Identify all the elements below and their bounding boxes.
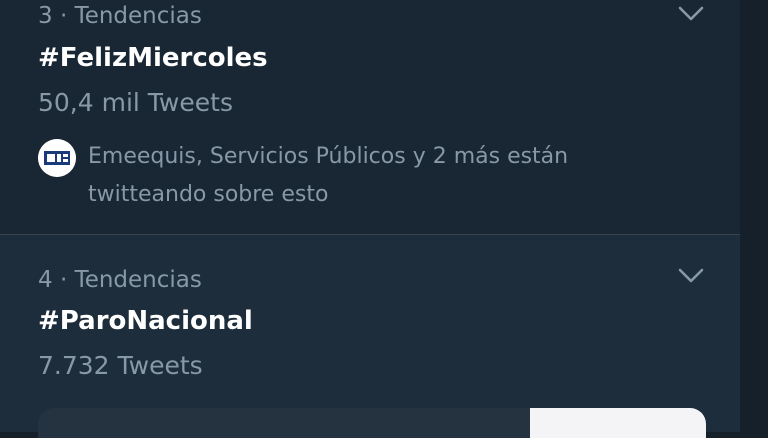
trend-tweet-count: 7.732 Tweets (38, 351, 203, 380)
trend-item[interactable]: 3 · Tendencias #FelizMiercoles 50,4 mil … (0, 0, 740, 234)
chevron-down-icon[interactable] (676, 2, 706, 26)
embedded-card-image (530, 408, 706, 438)
chevron-down-icon[interactable] (676, 264, 706, 288)
trend-meta: 3 · Tendencias (38, 3, 202, 29)
trend-hashtag[interactable]: #ParoNacional (38, 305, 253, 337)
right-gutter (740, 0, 768, 432)
trend-context-text: Emeequis, Servicios Públicos y 2 más est… (88, 144, 569, 207)
trend-item[interactable]: 4 · Tendencias #ParoNacional 7.732 Tweet… (0, 235, 740, 432)
trend-hashtag[interactable]: #FelizMiercoles (38, 42, 268, 74)
trend-tweet-count: 50,4 mil Tweets (38, 88, 233, 117)
trend-context: Emeequis, Servicios Públicos y 2 más est… (38, 138, 678, 214)
trend-meta: 4 · Tendencias (38, 267, 202, 293)
newspaper-logo-icon (38, 139, 76, 177)
